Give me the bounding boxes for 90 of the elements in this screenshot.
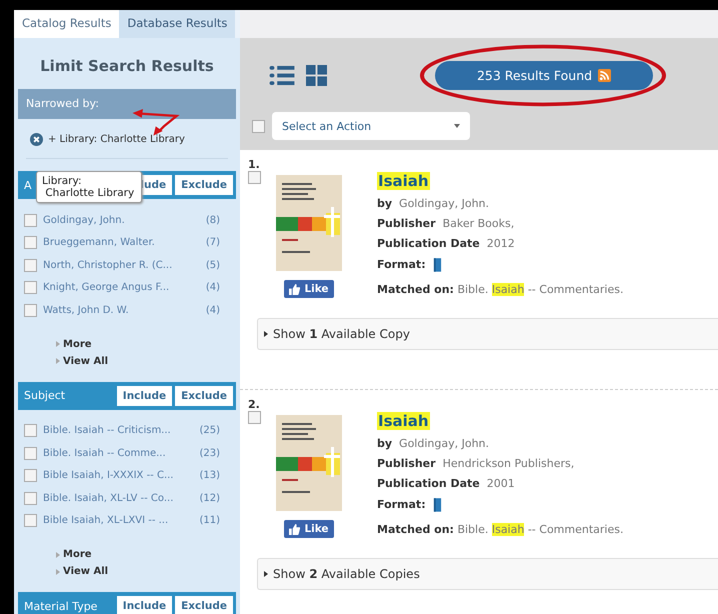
- include-button[interactable]: Include: [116, 596, 172, 614]
- facet-link[interactable]: More: [63, 338, 92, 350]
- exclude-button[interactable]: Exclude: [175, 596, 233, 614]
- result-title[interactable]: Isaiah: [377, 172, 430, 190]
- result-number: 2.: [248, 398, 261, 411]
- facet-count: (11): [198, 515, 220, 526]
- caret-icon: [56, 552, 60, 558]
- field-label: Format:: [377, 258, 426, 271]
- author-link[interactable]: Goldingay, John.: [399, 437, 490, 450]
- results-count-button[interactable]: 253 Results Found: [435, 60, 653, 90]
- tooltip-text: Library:: [42, 175, 82, 187]
- thumbs-up-icon: [289, 284, 300, 294]
- grid-view-icon[interactable]: [306, 64, 327, 86]
- publisher-value: Baker Books,: [442, 217, 514, 230]
- results-tab[interactable]: Catalog Results: [14, 10, 120, 38]
- facet-option[interactable]: Bible Isaiah, XL-LXVI -- ...: [43, 515, 180, 526]
- matched-on-text: Matched on: Bible. Isaiah -- Commentaries.: [377, 523, 624, 536]
- facet-title: Subject: [24, 389, 66, 402]
- checkbox[interactable]: [24, 514, 37, 528]
- facet-title: A: [24, 178, 32, 192]
- field-label: by: [377, 197, 392, 210]
- list-view-icon[interactable]: [269, 64, 295, 86]
- facet-count: (4): [204, 282, 220, 294]
- facet-count: (23): [198, 448, 220, 459]
- facet-option[interactable]: North, Christopher R. (C...: [43, 260, 180, 271]
- checkbox[interactable]: [24, 214, 37, 227]
- tooltip-text: Charlotte Library: [44, 187, 134, 199]
- checkbox[interactable]: [24, 304, 37, 317]
- author-link[interactable]: Goldingay, John.: [399, 197, 490, 210]
- facet-option[interactable]: Watts, John D. W.: [43, 304, 180, 316]
- field-label: by: [377, 437, 392, 450]
- facet-option[interactable]: Bible. Isaiah -- Criticism...: [43, 425, 180, 436]
- facet-option[interactable]: Bible. Isaiah -- Comme...: [43, 448, 180, 459]
- facet-option[interactable]: Bible Isaiah, I-XXXIX -- C...: [43, 470, 180, 482]
- facet-title: Material Type: [24, 600, 98, 612]
- field-label: Publisher: [377, 217, 436, 230]
- facet-link[interactable]: View All: [63, 566, 108, 577]
- exclude-button[interactable]: Exclude: [175, 175, 233, 195]
- facet-count: (8): [204, 214, 220, 226]
- facet-link[interactable]: View All: [63, 356, 108, 366]
- field-label: Format:: [377, 498, 426, 511]
- like-button[interactable]: Like: [284, 520, 334, 538]
- facet-count: (25): [198, 425, 220, 436]
- facet-link[interactable]: More: [63, 549, 92, 560]
- rss-icon[interactable]: [598, 68, 612, 82]
- caret-icon: [56, 568, 60, 574]
- caret-icon: [56, 358, 60, 364]
- date-value: 2012: [486, 237, 515, 250]
- facet-option[interactable]: Goldingay, John.: [43, 214, 180, 226]
- facet-count: (4): [204, 304, 220, 316]
- results-tab[interactable]: Database Results: [119, 10, 236, 38]
- field-label: Publisher: [377, 457, 436, 470]
- field-label: Publication Date: [377, 237, 480, 250]
- field-label: Publication Date: [377, 477, 480, 490]
- filter-label: + Library: Charlotte Library: [48, 134, 185, 145]
- like-button[interactable]: Like: [284, 280, 334, 298]
- caret-icon: [56, 341, 60, 347]
- available-copies-toggle[interactable]: Show 1 Available Copy: [257, 318, 718, 350]
- result-title[interactable]: Isaiah: [377, 412, 430, 430]
- checkbox[interactable]: [24, 469, 37, 482]
- checkbox[interactable]: [24, 446, 37, 460]
- matched-on-text: Matched on: Bible. Isaiah -- Commentaries.: [377, 283, 624, 296]
- facet-option[interactable]: Bible. Isaiah, XL-LV -- Co...: [43, 492, 180, 504]
- narrowed-by-bar: Narrowed by:: [18, 89, 236, 119]
- facet-count: (13): [198, 470, 220, 482]
- facet-option[interactable]: Knight, George Angus F...: [43, 282, 180, 294]
- action-select[interactable]: Select an Action: [272, 112, 470, 140]
- publisher-value: Hendrickson Publishers,: [442, 457, 574, 470]
- facet-count: (12): [198, 492, 220, 504]
- result-checkbox[interactable]: [248, 411, 261, 424]
- checkbox[interactable]: [24, 492, 37, 505]
- checkbox[interactable]: [24, 258, 37, 272]
- facet-count: (7): [204, 237, 220, 248]
- include-button[interactable]: Include: [116, 386, 172, 406]
- available-copies-toggle[interactable]: Show 2 Available Copies: [257, 558, 718, 590]
- result-number: 1.: [248, 158, 261, 171]
- checkbox[interactable]: [24, 281, 37, 294]
- thumbs-up-icon: [289, 524, 300, 534]
- checkbox[interactable]: [24, 424, 37, 438]
- date-value: 2001: [486, 477, 515, 490]
- book-icon: [432, 497, 442, 512]
- exclude-button[interactable]: Exclude: [175, 386, 233, 406]
- remove-icon[interactable]: [30, 133, 43, 146]
- facet-option[interactable]: Brueggemann, Walter.: [43, 237, 180, 248]
- book-icon: [432, 257, 442, 272]
- facet-count: (5): [204, 260, 220, 271]
- select-all-checkbox[interactable]: [252, 120, 265, 132]
- checkbox[interactable]: [24, 236, 37, 250]
- sidebar-title: Limit Search Results: [39, 56, 215, 77]
- result-checkbox[interactable]: [248, 171, 261, 184]
